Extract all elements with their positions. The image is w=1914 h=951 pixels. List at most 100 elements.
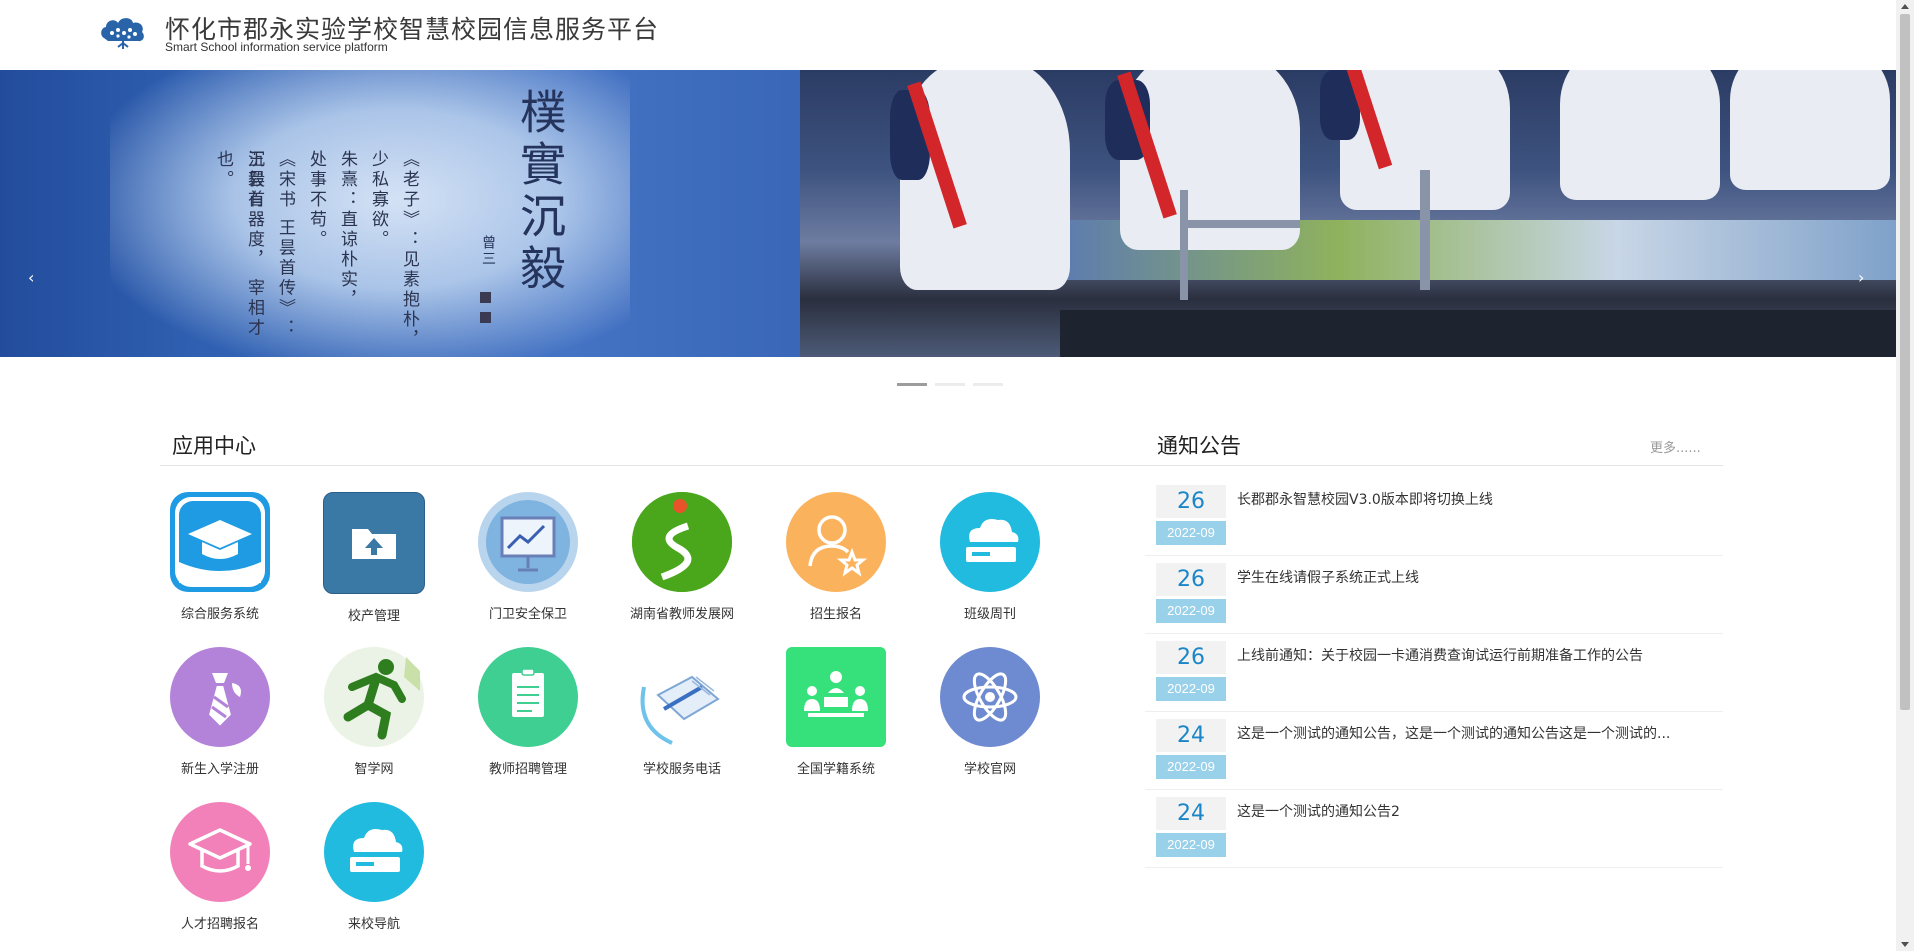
app-center-divider: [160, 465, 1145, 466]
notices-more-link[interactable]: 更多......: [1650, 437, 1701, 456]
robot-part: [1180, 190, 1188, 300]
poem-line: 《宋书 王昙首传》：: [275, 150, 295, 339]
poem-line: 处事不苟。: [306, 150, 326, 250]
app-item[interactable]: 全国学籍系统: [771, 647, 901, 777]
notice-title[interactable]: 上线前通知：关于校园一卡通消费查询试运行前期准备工作的公告: [1237, 645, 1717, 665]
app-item[interactable]: 招生报名: [771, 492, 901, 622]
notice-item[interactable]: 24 2022-09 这是一个测试的通知公告，这是一个测试的通知公告这是一个测试…: [1145, 711, 1723, 790]
notice-date: 24 2022-09: [1156, 797, 1226, 858]
necktie-icon: [170, 647, 270, 747]
carousel-dot[interactable]: [935, 383, 965, 386]
student-figure: [1560, 70, 1720, 200]
app-item[interactable]: 新生入学注册: [155, 647, 285, 777]
student-figure: [1730, 70, 1890, 190]
school-tree-logo[interactable]: [98, 12, 148, 50]
site-header: 怀化市郡永实验学校智慧校园信息服务平台 Smart School informa…: [0, 0, 1896, 70]
notice-month: 2022-09: [1156, 521, 1226, 545]
presentation-chart-icon: [478, 492, 578, 592]
app-label: 学校服务电话: [642, 762, 721, 777]
notice-month: 2022-09: [1156, 599, 1226, 623]
app-label: 门卫安全保卫: [488, 607, 567, 622]
notices-divider: [1145, 465, 1723, 466]
app-label: 湖南省教师发展网: [629, 607, 734, 622]
notice-title[interactable]: 学生在线请假子系统正式上线: [1237, 567, 1717, 587]
notice-title[interactable]: 这是一个测试的通知公告，这是一个测试的通知公告这是一个测试的...: [1237, 723, 1717, 743]
notice-title[interactable]: 这是一个测试的通知公告2: [1237, 801, 1717, 821]
notice-item[interactable]: 26 2022-09 上线前通知：关于校园一卡通消费查询试运行前期准备工作的公告: [1145, 633, 1723, 712]
app-label: 人才招聘报名: [180, 917, 259, 932]
user-star-icon: [786, 492, 886, 592]
carousel-next-arrow-icon[interactable]: ›: [1858, 268, 1864, 287]
carousel-indicators: [897, 371, 1011, 390]
app-item[interactable]: 学校官网: [925, 647, 1055, 777]
app-item[interactable]: 来校导航: [309, 802, 439, 932]
robot-part: [1420, 170, 1430, 290]
app-label: 综合服务系统: [180, 607, 259, 622]
app-label: 来校导航: [347, 917, 400, 932]
banner-photo: [800, 70, 1896, 357]
cloud-server-icon: [324, 802, 424, 902]
banner-calligraphy-sign: 曾三: [480, 235, 496, 267]
notice-date: 26 2022-09: [1156, 563, 1226, 624]
notice-item[interactable]: 26 2022-09 长郡郡永智慧校园V3.0版本即将切换上线: [1145, 477, 1723, 556]
poem-line: 朱熹：直谅朴实，: [337, 150, 357, 310]
atom-icon: [940, 647, 1040, 747]
app-item[interactable]: 学校服务电话: [617, 647, 747, 777]
app-item[interactable]: 综合服务系统: [155, 492, 285, 622]
site-subtitle: Smart School information service platfor…: [165, 40, 388, 54]
notice-date: 24 2022-09: [1156, 719, 1226, 780]
notice-day: 26: [1156, 641, 1226, 674]
app-item[interactable]: 门卫安全保卫: [463, 492, 593, 622]
app-label: 全国学籍系统: [796, 762, 875, 777]
notice-day: 26: [1156, 563, 1226, 596]
carousel-prev-arrow-icon[interactable]: ‹: [28, 268, 34, 287]
notice-item[interactable]: 24 2022-09 这是一个测试的通知公告2: [1145, 789, 1723, 868]
app-label: 教师招聘管理: [488, 762, 567, 777]
notice-day: 24: [1156, 797, 1226, 830]
notices-title: 通知公告: [1157, 434, 1241, 458]
poem-line: 《老子》：见素抱朴，: [399, 150, 419, 350]
notice-title[interactable]: 长郡郡永智慧校园V3.0版本即将切换上线: [1237, 489, 1717, 509]
carousel-dot[interactable]: [973, 383, 1003, 386]
app-item[interactable]: 班级周刊: [925, 492, 1055, 622]
app-item[interactable]: 人才招聘报名: [155, 802, 285, 932]
cloud-server-icon: [940, 492, 1040, 592]
notice-item[interactable]: 26 2022-09 学生在线请假子系统正式上线: [1145, 555, 1723, 634]
graduation-cap-icon: [170, 492, 270, 592]
runner-icon: [324, 647, 424, 747]
app-label: 班级周刊: [963, 607, 1016, 622]
meeting-icon: [786, 647, 886, 747]
notice-month: 2022-09: [1156, 833, 1226, 857]
notice-month: 2022-09: [1156, 755, 1226, 779]
carousel-dot[interactable]: [897, 383, 927, 386]
banner-calligraphy: 樸實沉毅: [513, 88, 567, 296]
notice-day: 24: [1156, 719, 1226, 752]
app-item[interactable]: 湖南省教师发展网: [617, 492, 747, 622]
road-path-icon: [632, 492, 732, 592]
app-label: 招生报名: [809, 607, 862, 622]
scroll-down-arrow-icon[interactable]: [1901, 942, 1909, 947]
table-edge: [1060, 310, 1896, 357]
app-label: 智学网: [354, 762, 394, 777]
graduation-cap-icon: [170, 802, 270, 902]
app-center-title: 应用中心: [172, 434, 256, 458]
notice-month: 2022-09: [1156, 677, 1226, 701]
app-item[interactable]: 教师招聘管理: [463, 647, 593, 777]
page-scrollbar[interactable]: [1896, 0, 1914, 951]
notice-date: 26 2022-09: [1156, 641, 1226, 702]
app-item[interactable]: 智学网: [309, 647, 439, 777]
scroll-up-arrow-icon[interactable]: [1901, 4, 1909, 9]
banner-carousel[interactable]: 樸實沉毅 曾三 《老子》：见素抱朴， 少私寡欲。 朱熹：直谅朴实， 处事不苟。 …: [0, 70, 1896, 357]
app-label: 校产管理: [347, 609, 400, 624]
seal-stamp: [480, 312, 491, 323]
book-pen-icon: [632, 647, 732, 747]
app-item[interactable]: 校产管理: [309, 492, 439, 624]
poem-line: 沉毅有器度， 宰相才也。: [213, 150, 264, 339]
folder-upload-icon: [323, 492, 425, 594]
robot-part: [1180, 220, 1300, 228]
seal-stamp: [480, 292, 491, 303]
poem-line: 少私寡欲。: [368, 150, 388, 250]
app-label: 新生入学注册: [180, 762, 259, 777]
scroll-thumb[interactable]: [1900, 14, 1910, 710]
document-icon: [478, 647, 578, 747]
